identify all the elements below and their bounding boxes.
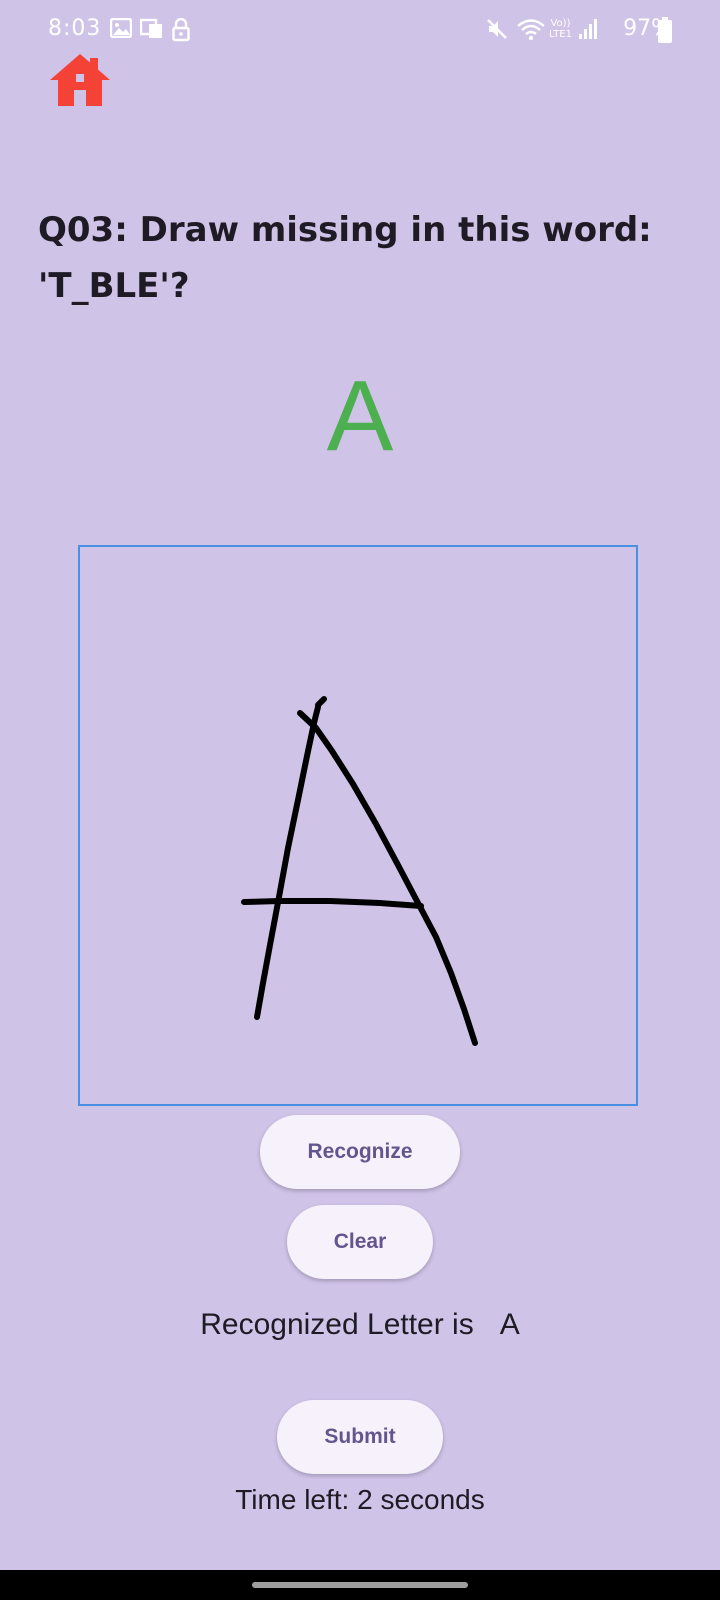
battery-icon [658, 17, 672, 48]
clear-button[interactable]: Clear [287, 1205, 433, 1279]
recognized-letter: A [499, 1308, 520, 1341]
status-time: 8:03 [48, 16, 102, 41]
network-type: Vo)) LTE1 [549, 18, 572, 40]
home-icon [50, 54, 110, 106]
cast-icon [139, 18, 164, 45]
signal-icon [578, 18, 598, 45]
recognized-label: Recognized Letter is [200, 1308, 474, 1341]
recognized-result: Recognized Letter is A [0, 1308, 720, 1342]
drawing-canvas[interactable] [78, 545, 638, 1106]
drawn-letter-strokes [241, 696, 478, 1046]
wifi-icon [516, 18, 546, 47]
time-left: Time left: 2 seconds [235, 1484, 485, 1515]
recognize-button[interactable]: Recognize [260, 1115, 460, 1189]
question-line-1: Q03: Draw missing in this word: [38, 210, 652, 250]
submit-button[interactable]: Submit [277, 1400, 443, 1474]
home-button[interactable] [48, 52, 112, 108]
lock-icon [172, 17, 190, 47]
image-icon [109, 17, 133, 43]
target-letter: A [326, 360, 394, 472]
question-title: Q03: Draw missing in this word: 'T_BLE'? [38, 202, 678, 314]
mute-icon [486, 18, 508, 45]
question-line-2: 'T_BLE'? [38, 266, 190, 306]
navigation-bar [0, 1570, 720, 1600]
home-gesture-handle[interactable] [252, 1582, 468, 1588]
